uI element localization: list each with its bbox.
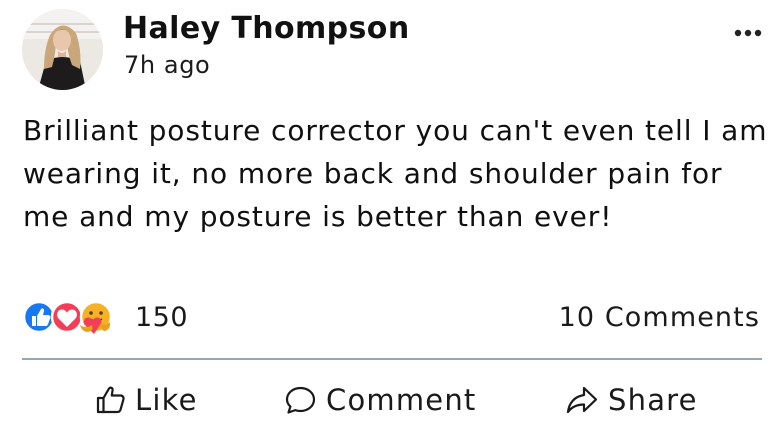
post-timestamp[interactable]: 7h ago [124,50,210,80]
divider [22,358,762,360]
social-post-card: Haley Thompson 7h ago Brilliant posture … [0,0,784,444]
reactions-summary[interactable] [22,298,132,336]
like-label: Like [135,383,198,417]
author-name[interactable]: Haley Thompson [123,10,410,48]
profile-photo [22,9,103,90]
post-text: Brilliant posture corrector you can't ev… [23,114,768,233]
comment-button[interactable]: Comment [284,380,476,420]
share-arrow-icon [566,386,598,414]
thumbs-up-icon [96,386,125,414]
care-reaction-icon [79,300,113,334]
share-label: Share [608,383,698,417]
avatar[interactable] [22,9,103,90]
comment-label: Comment [326,383,477,417]
share-button[interactable]: Share [565,380,698,420]
more-horizontal-icon [734,29,762,37]
reaction-count[interactable]: 150 [135,301,188,335]
like-reaction-icon [22,300,56,334]
speech-bubble-icon [285,386,316,414]
more-options-button[interactable] [731,22,765,44]
love-reaction-icon [50,300,84,334]
like-button[interactable]: Like [95,380,198,420]
comments-count-link[interactable]: 10 Comments [559,301,760,335]
